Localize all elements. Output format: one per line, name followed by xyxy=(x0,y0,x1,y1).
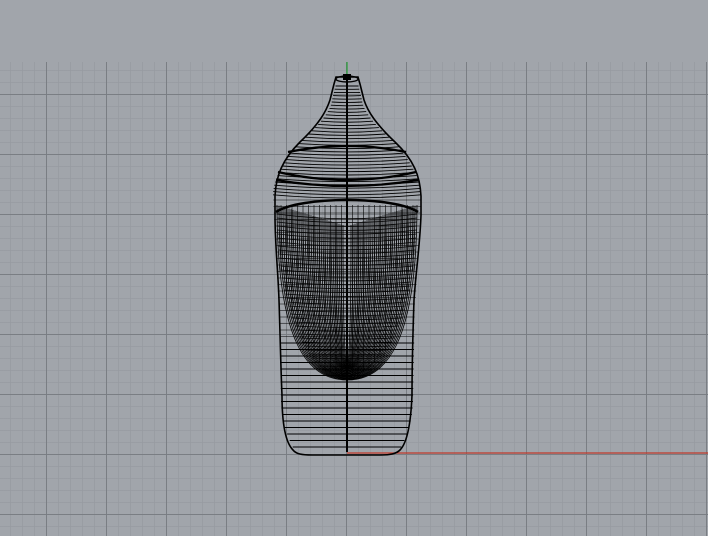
origin-marker xyxy=(343,74,351,80)
viewport-3d[interactable] xyxy=(0,0,708,536)
scene-canvas[interactable] xyxy=(0,0,708,536)
bottle-wireframe[interactable] xyxy=(272,75,422,456)
